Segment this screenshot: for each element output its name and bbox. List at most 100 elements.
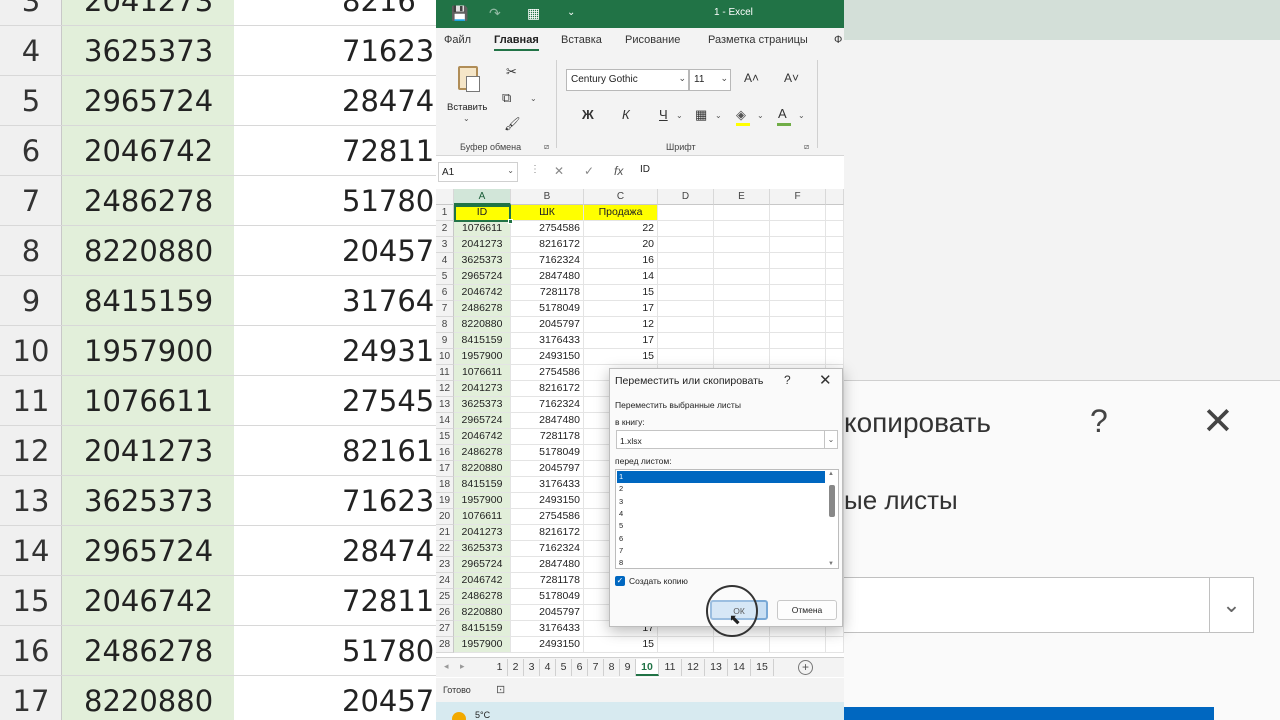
table-cell[interactable] (770, 269, 826, 285)
table-cell[interactable]: 3625373 (454, 397, 511, 413)
table-cell[interactable]: 2847480 (511, 557, 584, 573)
sheet-tab-6[interactable]: 6 (572, 659, 588, 676)
table-cell[interactable] (714, 637, 770, 653)
table-cell[interactable] (770, 349, 826, 365)
table-cell[interactable] (714, 301, 770, 317)
row-header[interactable]: 28 (436, 637, 454, 653)
accessibility-icon[interactable]: ⊡ (496, 683, 505, 696)
column-header[interactable]: E (714, 189, 770, 205)
table-cell[interactable] (714, 221, 770, 237)
row-header[interactable]: 1 (436, 205, 454, 221)
table-cell[interactable] (714, 205, 770, 221)
table-cell[interactable]: 3176433 (511, 621, 584, 637)
table-cell[interactable] (826, 637, 844, 653)
table-cell[interactable]: 2486278 (454, 589, 511, 605)
book-select[interactable]: 1.xlsx ⌄ (616, 430, 838, 449)
table-cell[interactable]: 1076611 (454, 365, 511, 381)
table-cell[interactable] (658, 333, 714, 349)
table-cell[interactable]: 15 (584, 637, 658, 653)
underline-dropdown-icon[interactable]: ⌄ (676, 111, 683, 120)
increase-font-icon[interactable]: A˄ (744, 71, 759, 85)
list-item[interactable]: 3 (617, 496, 825, 508)
borders-dropdown-icon[interactable]: ⌄ (715, 111, 722, 120)
sheet-tab-14[interactable]: 14 (728, 659, 751, 676)
table-cell[interactable]: 15 (584, 285, 658, 301)
row-header[interactable]: 12 (436, 381, 454, 397)
table-cell[interactable] (826, 317, 844, 333)
list-item[interactable]: 7 (617, 545, 825, 557)
clipboard-launcher-icon[interactable]: ⧄ (544, 142, 549, 152)
underline-button[interactable]: Ч (659, 107, 668, 122)
table-cell[interactable]: 7162324 (511, 397, 584, 413)
table-cell[interactable]: 7162324 (511, 253, 584, 269)
table-cell[interactable]: 2046742 (454, 573, 511, 589)
table-cell[interactable]: 15 (584, 349, 658, 365)
create-copy-label[interactable]: Создать копию (629, 576, 688, 586)
row-header[interactable]: 11 (436, 365, 454, 381)
tab-home[interactable]: Главная (494, 34, 539, 51)
close-icon[interactable]: ✕ (819, 371, 832, 389)
table-cell[interactable]: ШК (511, 205, 584, 221)
row-header[interactable]: 6 (436, 285, 454, 301)
tab-insert[interactable]: Вставка (561, 34, 602, 46)
row-header[interactable]: 19 (436, 493, 454, 509)
table-cell[interactable]: 2045797 (511, 317, 584, 333)
table-cell[interactable] (714, 333, 770, 349)
row-header[interactable]: 25 (436, 589, 454, 605)
table-cell[interactable]: 2965724 (454, 269, 511, 285)
table-cell[interactable] (770, 205, 826, 221)
sheet-tab-15[interactable]: 15 (751, 659, 774, 676)
fill-dropdown-icon[interactable]: ⌄ (757, 111, 764, 120)
scroll-down-icon[interactable]: ▼ (828, 561, 834, 567)
fill-color-icon[interactable]: ◈ (736, 107, 746, 123)
list-item[interactable]: 1 (617, 471, 825, 483)
table-cell[interactable] (826, 301, 844, 317)
table-cell[interactable] (770, 637, 826, 653)
help-icon[interactable]: ? (784, 373, 791, 387)
row-header[interactable]: 14 (436, 413, 454, 429)
table-cell[interactable] (826, 269, 844, 285)
table-cell[interactable] (826, 221, 844, 237)
row-header[interactable]: 24 (436, 573, 454, 589)
row-header[interactable]: 3 (436, 237, 454, 253)
font-color-dropdown-icon[interactable]: ⌄ (798, 111, 805, 120)
row-header[interactable]: 8 (436, 317, 454, 333)
table-cell[interactable]: 3176433 (511, 477, 584, 493)
table-cell[interactable]: 8220880 (454, 461, 511, 477)
table-cell[interactable] (826, 285, 844, 301)
table-cell[interactable]: 22 (584, 221, 658, 237)
column-header[interactable]: C (584, 189, 658, 205)
row-header[interactable]: 26 (436, 605, 454, 621)
table-cell[interactable] (658, 237, 714, 253)
row-header[interactable]: 9 (436, 333, 454, 349)
table-cell[interactable]: 2754586 (511, 509, 584, 525)
list-item[interactable]: 8 (617, 557, 825, 568)
table-cell[interactable]: 2045797 (511, 461, 584, 477)
table-cell[interactable] (658, 269, 714, 285)
row-header[interactable]: 23 (436, 557, 454, 573)
table-cell[interactable]: 8216172 (511, 525, 584, 541)
font-color-icon[interactable]: A (778, 106, 787, 121)
table-cell[interactable]: 8216172 (511, 237, 584, 253)
table-cell[interactable]: 8216172 (511, 381, 584, 397)
list-scrollbar[interactable]: ▲ ▼ (827, 471, 837, 567)
select-all-corner[interactable] (436, 189, 454, 205)
font-name-combo[interactable]: Century Gothic ⌄ (566, 69, 689, 91)
customize-toolbar-icon[interactable]: ⌄ (567, 7, 575, 18)
table-cell[interactable]: 5178049 (511, 301, 584, 317)
table-cell[interactable] (714, 253, 770, 269)
row-header[interactable]: 7 (436, 301, 454, 317)
table-cell[interactable]: 2486278 (454, 445, 511, 461)
table-cell[interactable] (714, 317, 770, 333)
row-header[interactable]: 2 (436, 221, 454, 237)
add-sheet-icon[interactable]: + (798, 660, 813, 675)
column-header[interactable]: D (658, 189, 714, 205)
font-size-combo[interactable]: 11 ⌄ (689, 69, 731, 91)
table-cell[interactable]: 2046742 (454, 285, 511, 301)
sheet-tab-12[interactable]: 12 (682, 659, 705, 676)
table-cell[interactable] (658, 349, 714, 365)
table-cell[interactable]: 2486278 (454, 301, 511, 317)
table-cell[interactable]: 17 (584, 333, 658, 349)
table-cell[interactable] (826, 205, 844, 221)
sheet-tab-7[interactable]: 7 (588, 659, 604, 676)
